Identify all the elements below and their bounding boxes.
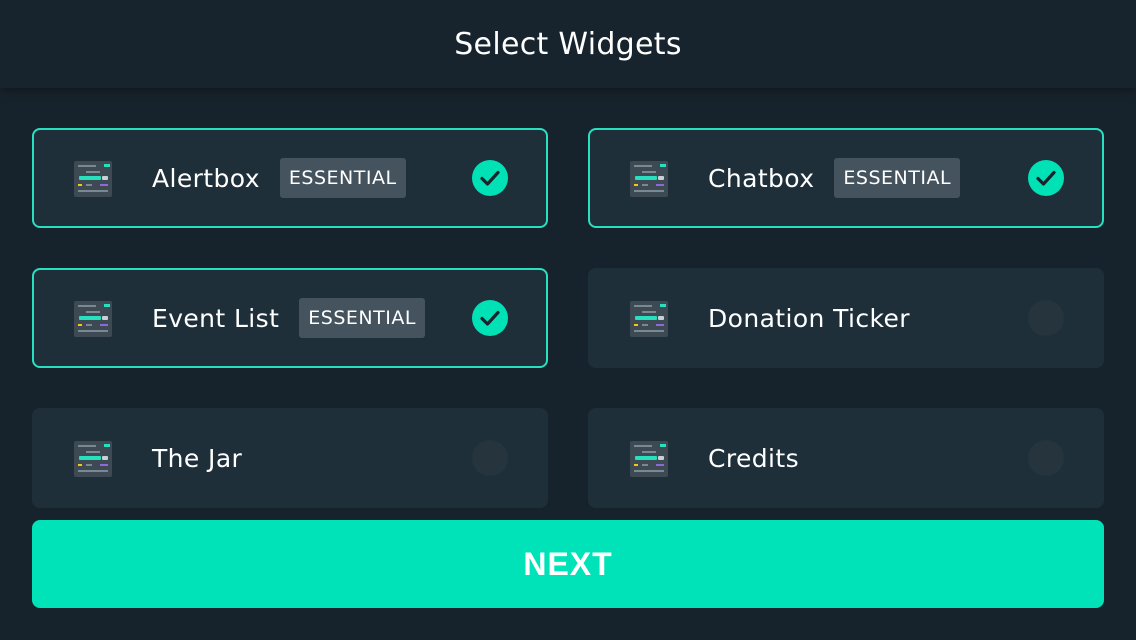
widget-card-alertbox[interactable]: Alertbox ESSENTIAL [32, 128, 548, 228]
widget-label: Credits [708, 410, 799, 506]
selection-toggle[interactable] [472, 300, 508, 336]
widget-layout-icon [74, 441, 112, 477]
widget-card-the-jar[interactable]: The Jar [32, 408, 548, 508]
header: Select Widgets [0, 0, 1136, 88]
widget-layout-icon [74, 301, 112, 337]
widget-name: The Jar [152, 443, 243, 473]
widget-card-event-list[interactable]: Event List ESSENTIAL [32, 268, 548, 368]
selection-toggle[interactable] [472, 160, 508, 196]
widget-layout-icon [630, 301, 668, 337]
widget-layout-icon [630, 441, 668, 477]
widget-label: Alertbox ESSENTIAL [152, 130, 406, 226]
selection-toggle[interactable] [1028, 160, 1064, 196]
checkmark-icon [1036, 170, 1056, 186]
checkmark-icon [480, 170, 500, 186]
essential-badge: ESSENTIAL [834, 158, 961, 198]
widget-card-credits[interactable]: Credits [588, 408, 1104, 508]
widget-layout-icon [630, 161, 668, 197]
widget-label: Chatbox ESSENTIAL [708, 130, 961, 226]
essential-badge: ESSENTIAL [299, 298, 425, 338]
widget-name: Donation Ticker [708, 303, 910, 333]
next-button[interactable]: NEXT [32, 520, 1104, 608]
page-title: Select Widgets [454, 26, 682, 62]
widget-label: Donation Ticker [708, 270, 910, 366]
widget-card-donation-ticker[interactable]: Donation Ticker [588, 268, 1104, 368]
checkmark-icon [480, 310, 500, 326]
widget-name: Event List [152, 303, 280, 333]
widget-layout-icon [74, 161, 112, 197]
widget-label: Event List ESSENTIAL [152, 270, 425, 366]
empty-circle-icon[interactable] [472, 440, 508, 476]
widget-name: Chatbox [708, 163, 815, 193]
empty-circle-icon[interactable] [1028, 440, 1064, 476]
widget-name: Credits [708, 443, 800, 473]
empty-circle-icon[interactable] [1028, 300, 1064, 336]
widget-name: Alertbox [152, 163, 260, 193]
widget-label: The Jar [152, 410, 242, 506]
widget-card-chatbox[interactable]: Chatbox ESSENTIAL [588, 128, 1104, 228]
essential-badge: ESSENTIAL [279, 158, 406, 198]
